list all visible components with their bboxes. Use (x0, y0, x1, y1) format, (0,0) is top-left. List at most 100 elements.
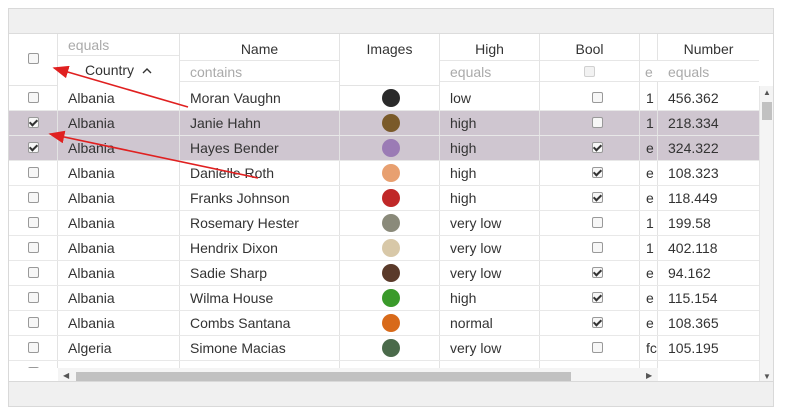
extra-cell[interactable]: e (640, 186, 658, 210)
extra-cell[interactable]: e (640, 136, 658, 160)
number-column-title[interactable]: Number (658, 41, 759, 57)
high-cell[interactable]: high (440, 136, 540, 160)
number-cell[interactable]: 94.162 (658, 261, 759, 285)
name-cell[interactable]: Rosemary Hester (180, 211, 340, 235)
row-select-checkbox[interactable] (28, 117, 39, 128)
country-cell[interactable]: Albania (58, 211, 180, 235)
high-cell[interactable]: very low (440, 236, 540, 260)
name-cell[interactable]: Hendrix Dixon (180, 236, 340, 260)
table-row[interactable]: Albania Wilma House high e 115.154 (9, 286, 759, 311)
vertical-scrollbar[interactable]: ▲ ▼ (759, 86, 773, 384)
high-filter-input[interactable]: equals (440, 60, 539, 82)
high-cell[interactable] (440, 361, 540, 368)
image-cell[interactable] (340, 211, 440, 235)
row-select-checkbox[interactable] (28, 217, 39, 228)
scroll-left-icon[interactable]: ◀ (63, 371, 69, 380)
number-cell[interactable]: 324.322 (658, 136, 759, 160)
bool-checkbox[interactable] (592, 167, 603, 178)
number-cell[interactable]: 402.118 (658, 236, 759, 260)
number-cell[interactable]: 199.58 (658, 211, 759, 235)
column-header-images[interactable]: Images (340, 34, 440, 86)
number-cell[interactable]: 269.328 (658, 361, 759, 368)
name-column-title[interactable]: Name (180, 41, 339, 57)
bool-checkbox[interactable] (592, 142, 603, 153)
sort-ascending-icon[interactable] (142, 66, 152, 76)
column-header-country[interactable]: equals Country (58, 34, 180, 86)
bool-checkbox[interactable] (592, 217, 603, 228)
row-select-checkbox[interactable] (28, 92, 39, 103)
scroll-right-icon[interactable]: ▶ (646, 371, 652, 380)
extra-cell[interactable]: 1 (640, 211, 658, 235)
bool-checkbox[interactable] (592, 92, 603, 103)
row-select-checkbox[interactable] (28, 367, 39, 368)
extra-cell[interactable]: fc (640, 336, 658, 360)
row-select-checkbox[interactable] (28, 167, 39, 178)
name-cell[interactable]: Combs Santana (180, 311, 340, 335)
country-cell[interactable]: Albania (58, 186, 180, 210)
country-filter-input[interactable]: equals (58, 34, 179, 56)
high-cell[interactable]: very low (440, 211, 540, 235)
table-row[interactable]: Albania Hendrix Dixon very low 1 402.118 (9, 236, 759, 261)
high-cell[interactable]: very low (440, 336, 540, 360)
high-cell[interactable]: low (440, 86, 540, 110)
extra-cell[interactable]: e (640, 286, 658, 310)
bool-filter[interactable] (540, 60, 639, 82)
image-cell[interactable] (340, 361, 440, 368)
image-cell[interactable] (340, 261, 440, 285)
bool-filter-checkbox[interactable] (584, 66, 595, 77)
table-row[interactable]: Albania Danielle Roth high e 108.323 (9, 161, 759, 186)
number-filter-input[interactable]: equals (658, 60, 759, 82)
country-cell[interactable]: Albania (58, 286, 180, 310)
image-cell[interactable] (340, 336, 440, 360)
country-cell[interactable]: Algeria (58, 336, 180, 360)
select-all-checkbox[interactable] (28, 53, 39, 64)
column-header-bool[interactable]: Bool (540, 34, 640, 86)
extra-cell[interactable]: 1 (640, 236, 658, 260)
number-cell[interactable]: 118.449 (658, 186, 759, 210)
image-cell[interactable] (340, 286, 440, 310)
bool-checkbox[interactable] (592, 317, 603, 328)
image-cell[interactable] (340, 161, 440, 185)
image-cell[interactable] (340, 186, 440, 210)
country-cell[interactable]: Albania (58, 111, 180, 135)
high-cell[interactable]: normal (440, 311, 540, 335)
high-cell[interactable]: high (440, 186, 540, 210)
table-row[interactable]: Albania Franks Johnson high e 118.449 (9, 186, 759, 211)
name-cell[interactable]: Danielle Roth (180, 161, 340, 185)
horizontal-scroll-thumb[interactable] (76, 372, 571, 381)
vertical-scroll-thumb[interactable] (762, 102, 772, 120)
table-row[interactable]: Albania Hayes Bender high e 324.322 (9, 136, 759, 161)
table-row[interactable]: Albania Combs Santana normal e 108.365 (9, 311, 759, 336)
row-select-checkbox[interactable] (28, 142, 39, 153)
row-select-checkbox[interactable] (28, 292, 39, 303)
bool-checkbox[interactable] (592, 267, 603, 278)
column-header-high[interactable]: High equals (440, 34, 540, 86)
high-cell[interactable]: very low (440, 261, 540, 285)
extra-cell[interactable]: 1 (640, 86, 658, 110)
table-row[interactable]: 269.328 (9, 361, 759, 368)
scroll-down-icon[interactable]: ▼ (763, 372, 771, 381)
row-select-checkbox[interactable] (28, 342, 39, 353)
number-cell[interactable]: 218.334 (658, 111, 759, 135)
name-cell[interactable]: Wilma House (180, 286, 340, 310)
country-cell[interactable]: Albania (58, 86, 180, 110)
column-header-number[interactable]: Number equals (658, 34, 759, 86)
name-cell[interactable]: Simone Macias (180, 336, 340, 360)
number-cell[interactable]: 108.365 (658, 311, 759, 335)
extra-filter-input[interactable]: e (640, 60, 658, 82)
country-cell[interactable]: Albania (58, 236, 180, 260)
name-cell[interactable]: Janie Hahn (180, 111, 340, 135)
name-cell[interactable]: Hayes Bender (180, 136, 340, 160)
name-cell[interactable] (180, 361, 340, 368)
bool-checkbox[interactable] (592, 117, 603, 128)
row-select-checkbox[interactable] (28, 192, 39, 203)
country-cell[interactable]: Albania (58, 136, 180, 160)
country-column-title[interactable]: Country (58, 62, 179, 78)
name-filter-input[interactable]: contains (180, 60, 339, 82)
high-cell[interactable]: high (440, 161, 540, 185)
number-cell[interactable]: 105.195 (658, 336, 759, 360)
extra-cell[interactable]: e (640, 311, 658, 335)
column-header-extra[interactable]: e (640, 34, 658, 86)
number-cell[interactable]: 115.154 (658, 286, 759, 310)
image-cell[interactable] (340, 111, 440, 135)
